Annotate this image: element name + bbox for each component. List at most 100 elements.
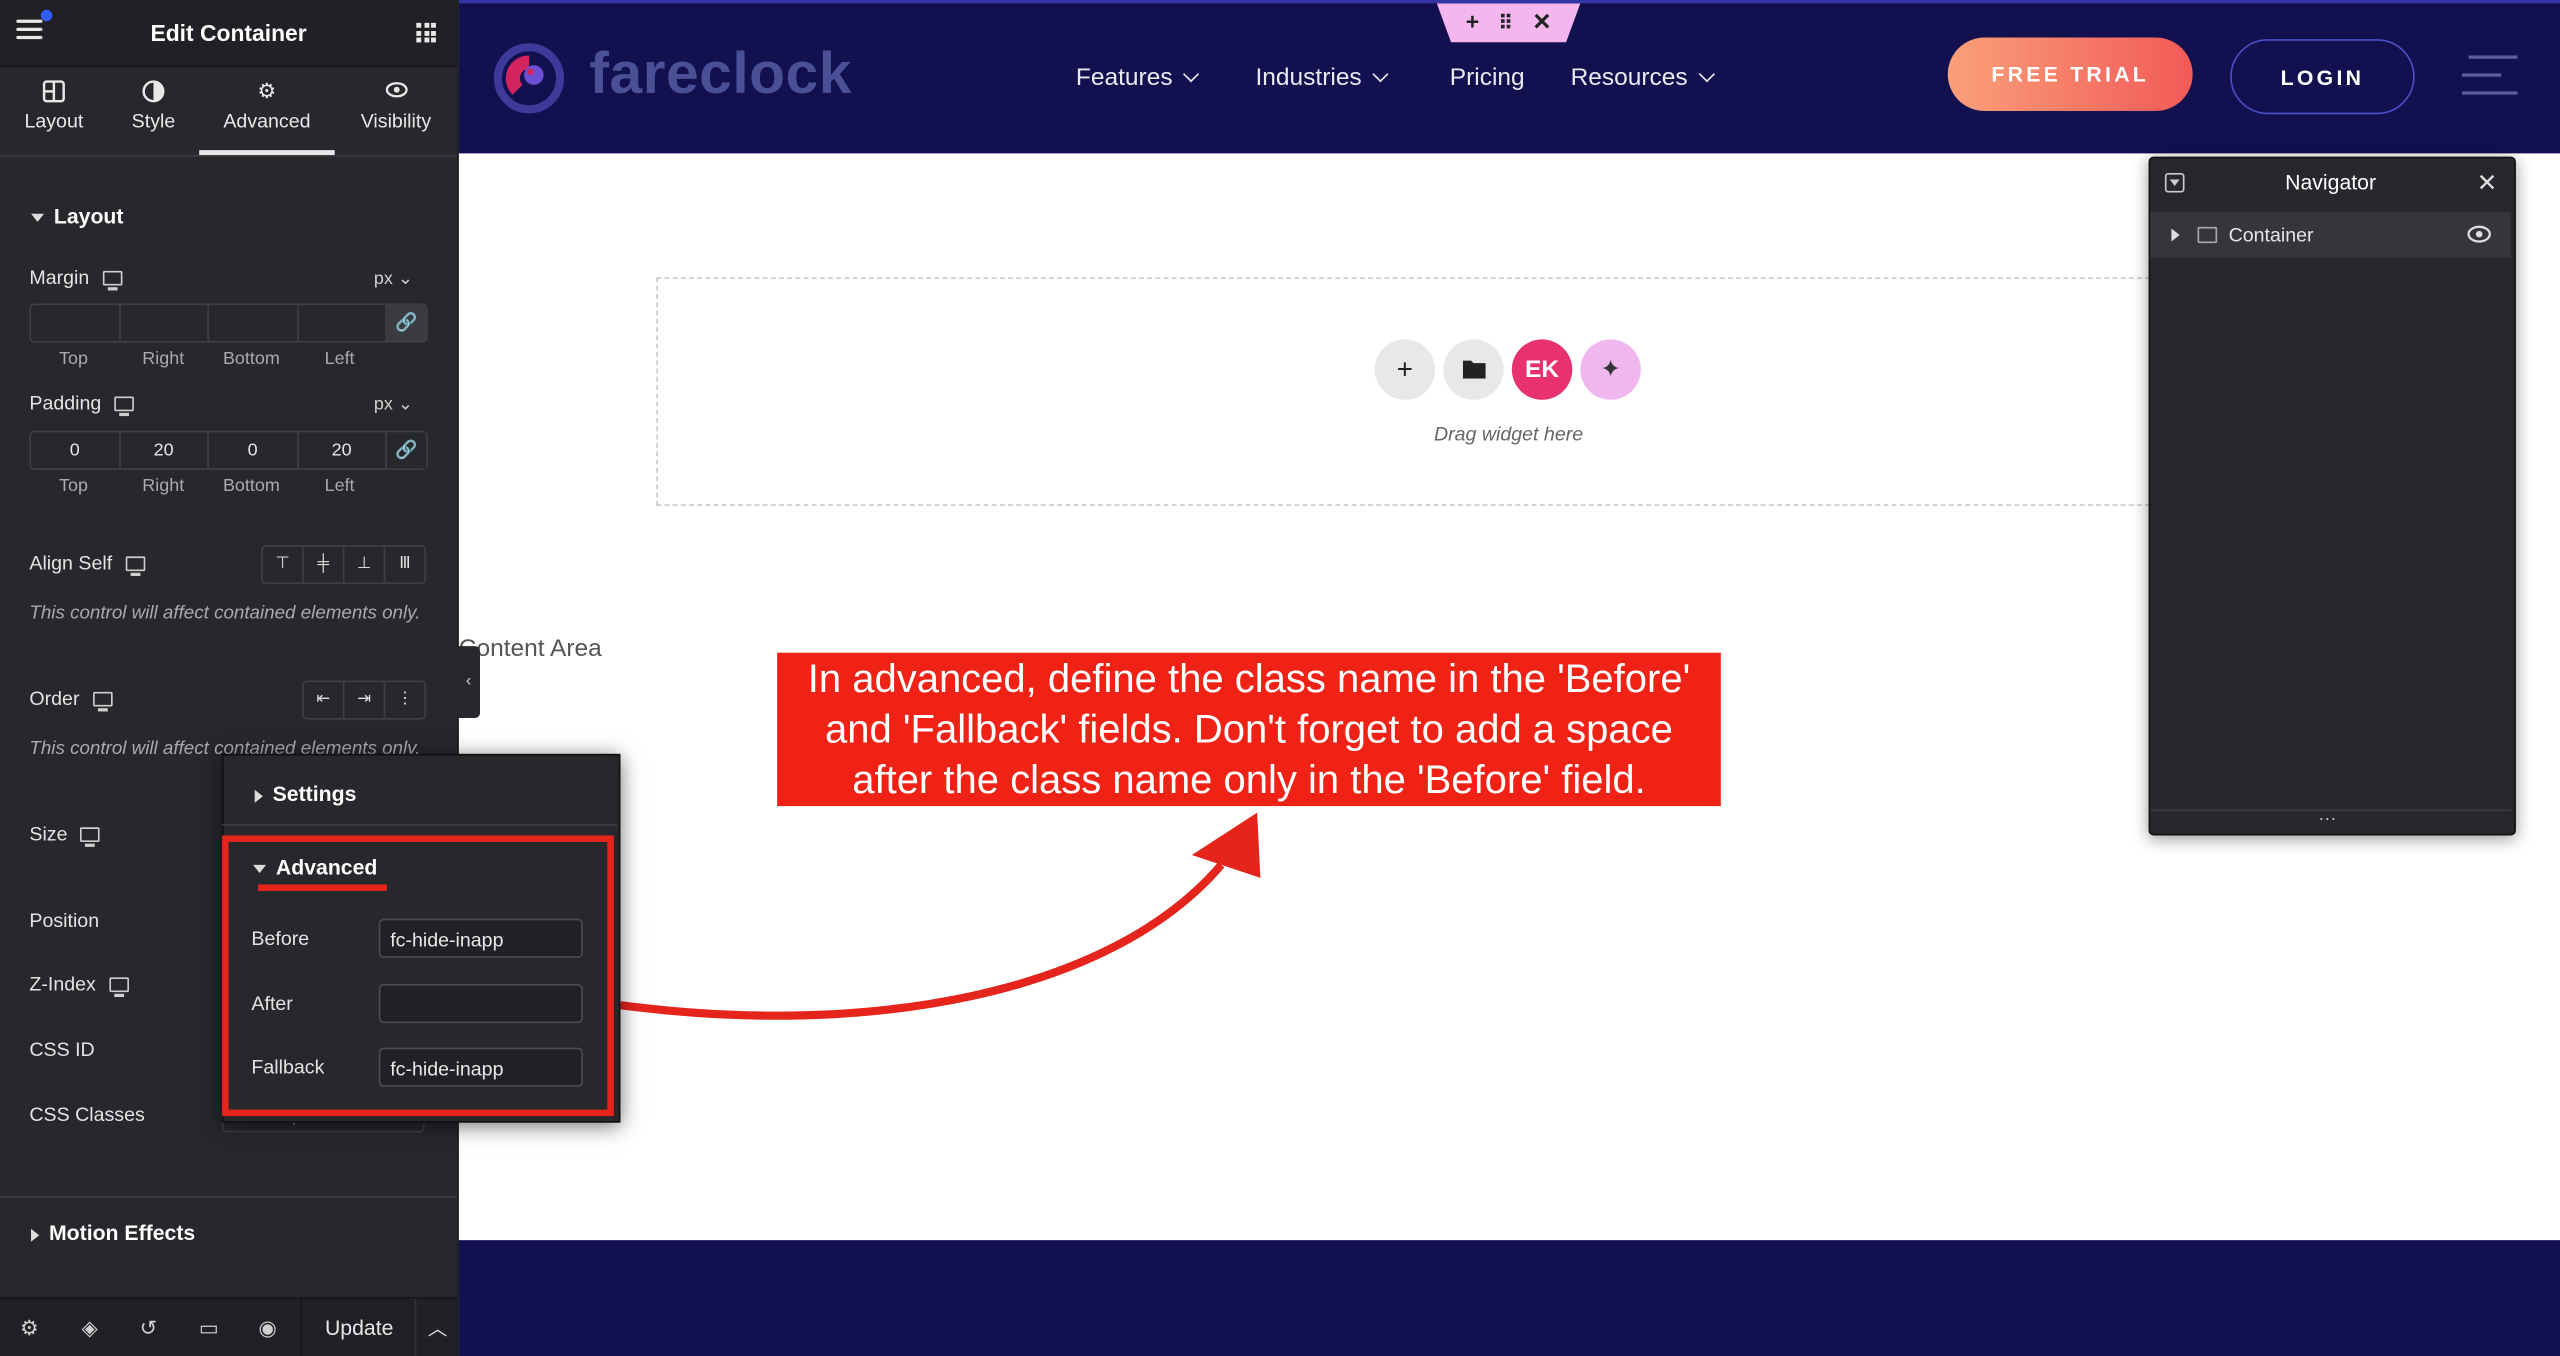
more-options-icon[interactable]: ⋮ xyxy=(385,682,424,718)
order-end-icon[interactable]: ⇥ xyxy=(344,682,386,718)
size-label: Size xyxy=(29,822,101,847)
padding-left-input[interactable]: 20 xyxy=(298,432,387,469)
margin-top-input[interactable] xyxy=(31,305,120,342)
site-menu-icon[interactable] xyxy=(2462,55,2518,109)
plus-icon[interactable]: + xyxy=(1374,339,1436,400)
section-layout[interactable]: Layout xyxy=(31,204,123,228)
gear-icon: ⚙ xyxy=(257,78,277,103)
style-icon xyxy=(142,80,165,103)
padding-top-input[interactable]: 0 xyxy=(31,432,120,469)
navigator-item-container[interactable]: Container xyxy=(2150,212,2512,258)
chevron-down-icon xyxy=(1372,66,1389,83)
margin-label: Margin xyxy=(29,266,122,290)
elementskit-icon[interactable]: EK xyxy=(1511,339,1573,400)
close-icon[interactable]: ✕ xyxy=(2477,168,2498,198)
padding-label: Padding xyxy=(29,392,134,416)
order-label: Order xyxy=(29,687,113,711)
tab-visibility[interactable]: Visibility xyxy=(335,67,457,155)
tab-advanced[interactable]: ⚙ Advanced xyxy=(199,67,335,156)
desktop-icon[interactable] xyxy=(125,556,145,576)
tab-style[interactable]: Style xyxy=(108,67,199,155)
preview-eye-icon[interactable]: ◉ xyxy=(255,1315,281,1341)
panel-title: Edit Container xyxy=(150,19,307,46)
logo-text[interactable]: fareclock xyxy=(589,39,852,108)
panel-footer: ⚙ ◈ ↺ ▭ ◉ Update ︿ xyxy=(0,1297,459,1356)
close-icon[interactable]: ✕ xyxy=(1532,8,1551,34)
callout-line: and 'Fallback' fields. Don't forget to a… xyxy=(825,708,1673,753)
eye-icon[interactable] xyxy=(2467,225,2491,243)
side-label: Top xyxy=(58,349,88,369)
container-icon xyxy=(2197,226,2218,244)
content-area-label: Content Area xyxy=(458,634,602,663)
site-footer-band xyxy=(458,1240,2560,1356)
fareclock-logo-icon xyxy=(493,43,565,114)
align-end-icon[interactable]: ⊥ xyxy=(344,546,386,583)
update-button[interactable]: Update xyxy=(300,1298,416,1356)
nav-pricing[interactable]: Pricing xyxy=(1450,64,1525,92)
navigator-panel[interactable] xyxy=(2148,156,2516,836)
nav-features[interactable]: Features xyxy=(1076,64,1200,91)
side-label: Bottom xyxy=(222,349,280,369)
desktop-icon[interactable] xyxy=(108,977,129,997)
align-self-label: Align Self xyxy=(29,552,145,576)
add-icon[interactable]: + xyxy=(1466,8,1479,34)
link-icon[interactable]: 🔗 xyxy=(386,432,427,469)
expand-icon[interactable] xyxy=(2171,228,2180,242)
ai-sparkle-icon[interactable]: ✦ xyxy=(1580,339,1641,400)
popup-settings-section[interactable]: Settings xyxy=(254,782,356,806)
widgets-grid-icon[interactable] xyxy=(416,22,436,43)
nav-resources[interactable]: Resources xyxy=(1571,64,1715,91)
side-label: Left xyxy=(324,349,355,369)
side-label: Bottom xyxy=(222,476,280,497)
align-center-icon[interactable]: ╪ xyxy=(304,546,345,583)
container-handle[interactable]: + ⠿ ✕ xyxy=(1436,3,1581,43)
css-classes-label: CSS Classes xyxy=(29,1103,145,1126)
collapse-panel-icon[interactable]: ‹ xyxy=(457,646,480,718)
position-label: Position xyxy=(29,908,100,932)
unit-select[interactable]: px ⌄ xyxy=(374,268,413,289)
settings-icon[interactable]: ⚙ xyxy=(16,1315,42,1341)
margin-inputs: 🔗 xyxy=(29,303,428,343)
callout-line: after the class name only in the 'Before… xyxy=(852,758,1646,803)
link-icon[interactable]: 🔗 xyxy=(386,305,427,342)
unit-select[interactable]: px ⌄ xyxy=(374,393,413,415)
chevron-up-icon[interactable]: ︿ xyxy=(414,1298,459,1356)
tab-layout[interactable]: Layout xyxy=(0,67,108,155)
responsive-icon[interactable]: ▭ xyxy=(196,1315,222,1341)
margin-bottom-input[interactable] xyxy=(209,305,298,342)
side-label: Left xyxy=(324,476,355,497)
margin-right-input[interactable] xyxy=(120,305,209,342)
annotation-arrow xyxy=(619,812,1261,1020)
section-motion-effects[interactable]: Motion Effects xyxy=(31,1221,195,1245)
desktop-icon[interactable] xyxy=(92,692,113,711)
layers-icon[interactable]: ◈ xyxy=(77,1315,103,1341)
margin-left-input[interactable] xyxy=(298,305,387,342)
free-trial-button[interactable]: FREE TRIAL xyxy=(1947,37,2193,111)
padding-right-input[interactable]: 20 xyxy=(120,432,209,469)
folder-icon[interactable] xyxy=(1443,339,1504,400)
chevron-down-icon xyxy=(1698,66,1715,83)
padding-inputs: 0 20 0 20 🔗 xyxy=(29,430,428,470)
desktop-icon[interactable] xyxy=(80,827,101,847)
side-label: Right xyxy=(142,476,185,497)
align-self-buttons: ⊤ ╪ ⊥ Ⅲ xyxy=(261,545,427,585)
align-stretch-icon[interactable]: Ⅲ xyxy=(385,547,424,583)
callout-line: In advanced, define the class name in th… xyxy=(807,657,1691,702)
desktop-icon[interactable] xyxy=(114,397,134,416)
resize-handle-icon[interactable]: ··· xyxy=(2318,809,2336,829)
side-label: Right xyxy=(142,349,185,369)
eye-icon xyxy=(384,80,407,103)
padding-bottom-input[interactable]: 0 xyxy=(209,432,298,469)
side-label: Top xyxy=(58,476,88,497)
nav-industries[interactable]: Industries xyxy=(1256,64,1389,91)
highlight-box xyxy=(222,835,614,1117)
desktop-icon[interactable] xyxy=(102,271,122,290)
layout-icon xyxy=(42,80,65,103)
drag-handle-icon[interactable]: ⠿ xyxy=(1498,11,1512,34)
align-start-icon[interactable]: ⊤ xyxy=(263,546,304,583)
order-start-icon[interactable]: ⇤ xyxy=(304,682,345,718)
chevron-down-icon xyxy=(1183,66,1200,83)
history-icon[interactable]: ↺ xyxy=(136,1315,162,1341)
css-id-label: CSS ID xyxy=(29,1037,95,1061)
login-button[interactable]: LOGIN xyxy=(2230,39,2415,115)
